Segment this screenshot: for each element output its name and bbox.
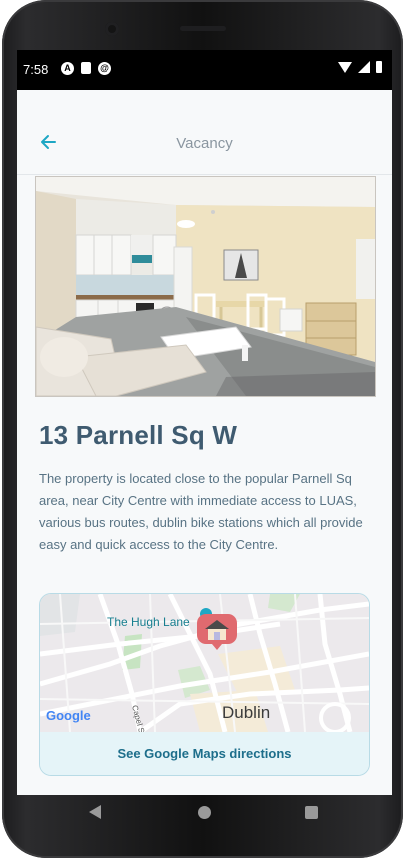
nav-back-icon[interactable] — [89, 805, 101, 819]
earpiece-speaker — [180, 26, 226, 31]
map-image[interactable]: The Hugh Lane Capel St Dublin Google — [40, 594, 369, 732]
front-camera — [105, 22, 119, 36]
status-time: 7:58 — [23, 62, 49, 77]
kitchen-living-room-image — [36, 177, 375, 396]
page-title: Vacancy — [176, 135, 233, 152]
poi-label: The Hugh Lane — [107, 615, 190, 629]
status-right-icons — [338, 61, 382, 73]
property-photo — [35, 176, 376, 397]
sd-card-icon — [81, 62, 91, 74]
nav-home-icon[interactable] — [198, 806, 211, 819]
nav-recent-apps-icon[interactable] — [305, 806, 318, 819]
google-maps-directions-button[interactable]: See Google Maps directions — [40, 732, 369, 775]
property-name: 13 Parnell Sq W — [39, 420, 238, 450]
wifi-icon — [338, 61, 352, 73]
phone-frame: 7:58 A @ Vacancy 13 Parnell Sq W The pro… — [2, 0, 403, 858]
app-bar: Vacancy — [17, 90, 392, 175]
system-nav-bar — [2, 795, 405, 835]
sync-icon: @ — [98, 62, 111, 75]
google-logo: Google — [46, 708, 91, 723]
property-description: The property is located close to the pop… — [39, 471, 363, 552]
screen: 7:58 A @ Vacancy 13 Parnell Sq W The pro… — [17, 50, 392, 795]
vacancy-page: Vacancy 13 Parnell Sq W The property is … — [17, 90, 392, 795]
signal-icon — [358, 61, 370, 73]
status-bar: 7:58 A @ — [17, 50, 392, 90]
a-circle-icon: A — [61, 62, 74, 75]
city-label: Dublin — [222, 703, 270, 722]
map-card[interactable]: The Hugh Lane Capel St Dublin Google See… — [39, 593, 370, 776]
battery-icon — [376, 61, 382, 73]
